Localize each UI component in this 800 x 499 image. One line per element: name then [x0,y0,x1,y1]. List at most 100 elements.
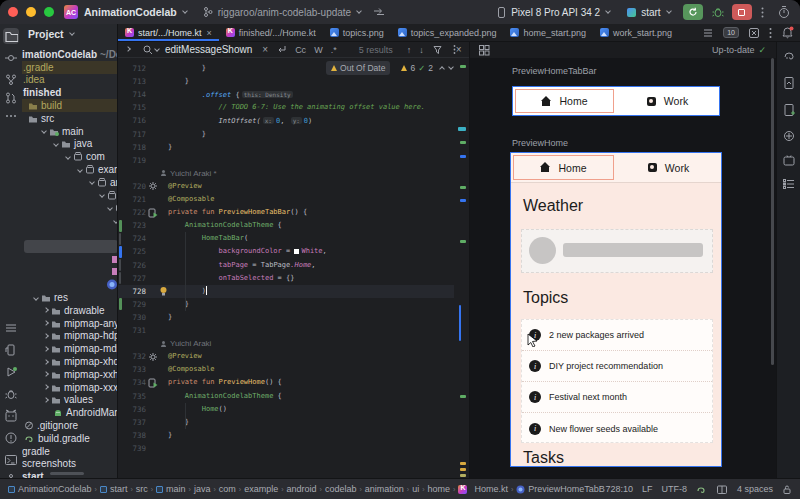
breadcrumb-home-kt[interactable]: Home.kt [458,484,508,494]
breadcrumb-example[interactable]: example [244,484,278,494]
clear-search-icon[interactable]: × [262,44,268,55]
code-editor[interactable]: 712 }713 }714 .offset {this: Density715 … [118,58,470,478]
expand-search-icon[interactable] [125,46,131,52]
debug-button[interactable] [712,6,724,18]
prev-problem-icon[interactable] [439,66,445,72]
tree-item-mipmap-xxhdpi[interactable]: mipmap-xxhdpi [22,368,118,381]
screenshot-icon[interactable] [748,27,760,39]
search-input[interactable]: editMessageShown [165,44,252,55]
editor-tab-work-start-png[interactable]: work_start.png [593,24,679,41]
code-line-735[interactable]: 735 AnimationCodelabTheme { [118,390,454,403]
tree-item-mipmap-anydpi-[interactable]: mipmap-anydpi- [22,317,118,330]
match-case-toggle[interactable]: Cc [295,45,306,55]
stop-button[interactable] [732,4,752,20]
editor-tab-start-----home-kt[interactable]: start/.../Home.kt× [118,24,219,41]
previous-occurrence-icon[interactable]: ↑ [407,45,412,55]
out-of-date-badge[interactable]: Out Of Date [326,61,390,75]
more-actions-icon[interactable] [761,6,764,19]
rerun-button[interactable] [683,4,703,20]
preview-tab-work[interactable]: Work [616,153,721,182]
close-window-button[interactable] [8,7,18,17]
terminal-toolwindow-button[interactable] [3,452,19,468]
tab-limit-icon[interactable]: 10 [723,27,739,38]
device-selector[interactable]: Pixel 8 Pro API 34 2 [511,7,600,18]
tree-item-main[interactable]: main [22,125,118,138]
next-problem-icon[interactable] [448,64,454,70]
commit-toolwindow-button[interactable] [3,50,19,66]
close-search-icon[interactable]: × [456,44,462,55]
reader-mode-icon[interactable] [716,484,728,495]
run-preview-gutter-icon[interactable] [147,206,158,219]
code-line-737[interactable]: 737 } [118,416,454,429]
debug-toolwindow-button[interactable] [3,386,19,402]
editor-preview-divider[interactable] [469,42,470,478]
code-line-714[interactable]: 714 .offset {this: Density [118,88,454,101]
tree-item-androidmanifest-xm[interactable]: AndroidManifest.xm [22,406,118,419]
tree-item-mipmap-xhdpi[interactable]: mipmap-xhdpi [22,355,118,368]
tree-item-com[interactable]: com [22,150,118,163]
code-line-729[interactable]: 729 } [118,298,454,311]
tree-item-mipmap-mdpi[interactable]: mipmap-mdpi [22,342,118,355]
branch-name[interactable]: riggaroo/anim-codelab-update [218,7,351,18]
structure-button[interactable] [781,176,797,192]
code-line-734[interactable]: 734private fun PreviewHome() { [118,376,454,389]
code-line-718[interactable]: 718} [118,141,454,154]
tree-item-android[interactable]: android [22,176,118,189]
code-line-727[interactable]: 727 onTabSelected = {} [118,272,454,285]
newline-icon[interactable] [276,44,287,55]
breadcrumb-android[interactable]: android [287,484,317,494]
breadcrumb-home[interactable]: home [428,484,451,494]
running-devices-button[interactable] [781,75,797,91]
code-line-731[interactable]: 731 [118,324,454,337]
pull-requests-toolwindow-button[interactable] [3,90,19,106]
topic-row[interactable]: i2 new packages arrived [522,320,712,351]
editor-tab-topics-expanded-png[interactable]: topics_expanded.png [391,24,504,41]
zoom-window-button[interactable] [44,7,54,17]
breadcrumb-com[interactable]: com [219,484,236,494]
tree-item[interactable] [24,240,118,253]
code-line-721[interactable]: 721@Composable [118,193,454,206]
sync-icon[interactable] [373,7,385,17]
run-config-selector[interactable]: start [641,7,660,18]
gallery-view-icon[interactable] [478,44,490,56]
tree-item-java[interactable]: java [22,138,118,151]
breadcrumb-animation[interactable]: animation [365,484,404,494]
code-line-722[interactable]: 722private fun PreviewHomeTabBar() { [118,206,454,219]
breadcrumb-java[interactable]: java [194,484,211,494]
code-line-715[interactable]: 715 // TODO 6-7: Use the animating offse… [118,101,454,114]
tree-item-ani[interactable]: ani [22,202,118,215]
breadcrumb-start[interactable]: start [100,484,128,494]
tree-item-build[interactable]: build [22,99,118,112]
code-line-736[interactable]: 736 Home() [118,403,454,416]
code-line-732[interactable]: 732@Preview [118,350,454,363]
regex-toggle[interactable]: .* [331,45,337,55]
breadcrumb-src[interactable]: src [136,484,148,494]
tab-list-icon[interactable] [702,27,714,39]
tree-item-u[interactable]: u [22,214,118,227]
tree-item[interactable] [22,278,118,291]
editor-tab-topics-png[interactable]: topics.png [323,24,391,41]
code-line-728[interactable]: 728 ) [118,285,454,298]
weather-card[interactable] [521,229,713,273]
tree-item-gradle[interactable]: gradle [22,445,118,458]
tree-item-mipmap-hdpi[interactable]: mipmap-hdpi [22,330,118,343]
breadcrumb-ui[interactable]: ui [412,484,419,494]
tree-item-drawable[interactable]: drawable [22,304,118,317]
tree-item[interactable] [22,253,118,266]
code-line-723[interactable]: 723 AnimationCodelabTheme { [118,219,454,232]
code-line-719[interactable]: 719 [118,154,454,167]
breadcrumb-codelab[interactable]: codelab [325,484,357,494]
close-tab-icon[interactable]: × [207,28,212,38]
topic-row[interactable]: iFestival next month [522,382,712,413]
tree-item-imationcodelab[interactable]: imationCodelab~/Documen [22,48,118,61]
tree-item-finished[interactable]: finished [22,86,118,99]
tree-item--idea[interactable]: .idea [22,74,118,87]
code-line-724[interactable]: 724 HomeTabBar( [118,232,454,245]
preview-label-home[interactable]: PreviewHome [512,138,568,148]
tree-item--gitignore[interactable]: .gitignore [22,419,118,432]
tree-item-res[interactable]: res [22,291,118,304]
tree-item-build-gradle[interactable]: build.gradle [22,432,118,445]
run-preview-gutter-icon[interactable] [147,376,158,389]
editor-tab-finished-----home-kt[interactable]: finished/.../Home.kt [219,24,323,41]
logcat-toolwindow-button[interactable] [3,408,19,424]
